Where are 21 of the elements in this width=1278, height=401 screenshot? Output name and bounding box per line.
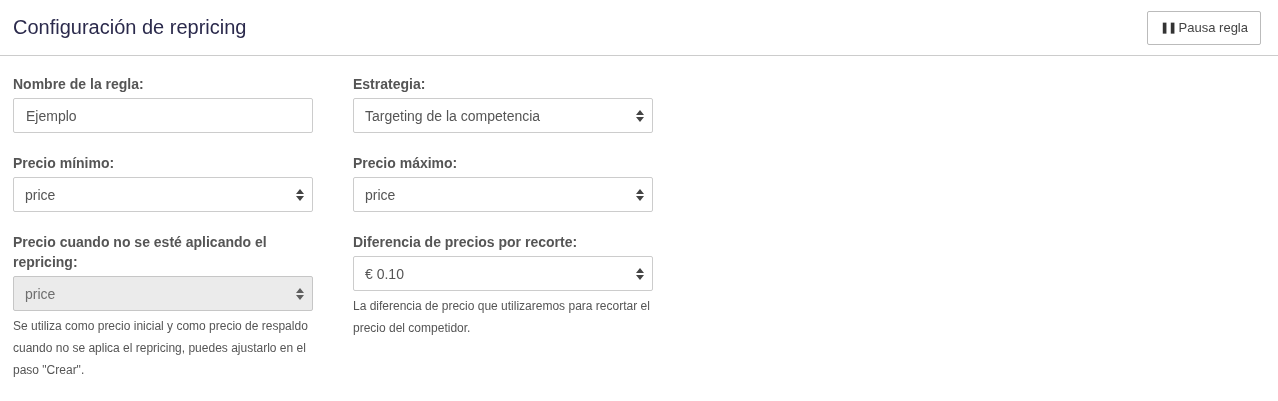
pause-button[interactable]: ❚❚ Pausa regla (1146, 10, 1261, 45)
sort-caret-icon (636, 188, 644, 201)
pause-icon: ❚❚ (1159, 21, 1176, 34)
select-field[interactable]: € 0.10 (353, 256, 653, 291)
field-label: Estrategia: (353, 75, 427, 94)
select-field[interactable]: price (13, 177, 313, 212)
help-text: Se utiliza como precio inicial y como precio de respaldo cuando no se aplica el repricing, puedes ajustarlo en el paso "Crear". (13, 318, 309, 379)
field-label: Precio cuando no se esté aplicando el repricing: (13, 233, 268, 272)
sort-caret-icon (636, 267, 644, 280)
input-field[interactable]: Ejemplo (13, 98, 313, 133)
sort-caret-icon (636, 109, 644, 122)
field-label: Nombre de la regla: (13, 75, 145, 94)
field-label: Precio mínimo: (13, 154, 116, 173)
field-label: Diferencia de precios por recorte: (353, 233, 579, 252)
sort-caret-icon (296, 287, 304, 300)
help-text: La diferencia de precio que utilizaremos para recortar el precio del competidor. (353, 298, 651, 337)
field-label: Precio máximo: (353, 154, 459, 173)
page-title: Configuración de repricing (13, 16, 247, 39)
select-field[interactable]: Targeting de la competencia (353, 98, 653, 133)
sort-caret-icon (296, 188, 304, 201)
select-field[interactable]: price (353, 177, 653, 212)
